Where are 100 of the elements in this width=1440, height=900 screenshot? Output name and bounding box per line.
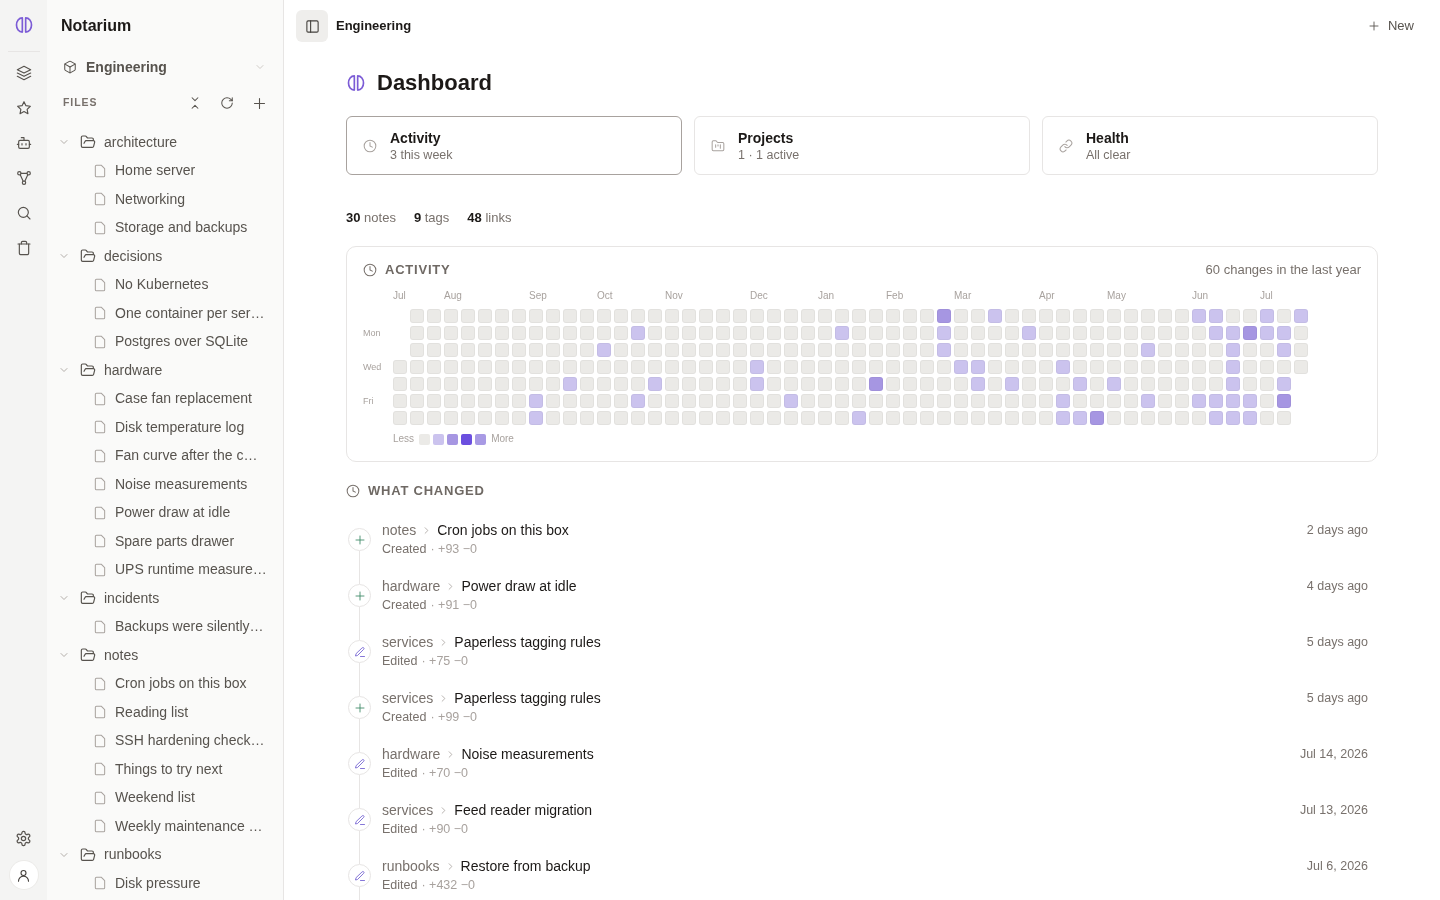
folder-icon — [80, 248, 96, 265]
legend-label: More — [491, 433, 514, 445]
month-label: Apr — [1039, 290, 1055, 302]
change-action: Edited — [382, 652, 418, 670]
summary-card[interactable]: Health All clear — [1042, 116, 1378, 175]
section-title: ACTIVITY — [385, 261, 451, 280]
layers-icon[interactable] — [15, 65, 32, 81]
folder-link[interactable]: runbooks — [382, 855, 440, 877]
folder-icon — [80, 647, 96, 664]
month-label: Mar — [954, 290, 972, 302]
month-label: Nov — [665, 290, 683, 302]
file-item[interactable]: Networking — [47, 185, 283, 214]
plus-icon[interactable] — [252, 95, 267, 111]
user-avatar-icon[interactable] — [9, 861, 38, 889]
weekday-label: Mon — [363, 327, 381, 339]
file-item[interactable]: Power draw at idle — [47, 498, 283, 527]
clock-icon — [363, 263, 377, 277]
file-icon — [93, 505, 107, 520]
summary-card[interactable]: Projects 1 · 1 active — [694, 116, 1030, 175]
workspace-selector[interactable]: Engineering — [55, 53, 275, 81]
logo-icon[interactable] — [13, 15, 34, 35]
note-link[interactable]: Paperless tagging rules — [454, 631, 601, 653]
card-subtitle: 3 this week — [390, 146, 453, 163]
note-link[interactable]: Paperless tagging rules — [454, 687, 601, 709]
change-diff: · +93 −0 — [430, 540, 478, 558]
folder-link[interactable]: services — [382, 631, 434, 653]
file-icon — [93, 220, 107, 235]
star-icon[interactable] — [15, 100, 32, 116]
cube-icon — [63, 60, 77, 74]
folder-link[interactable]: hardware — [382, 743, 441, 765]
summary-card[interactable]: Activity 3 this week — [346, 116, 682, 175]
new-button[interactable]: New — [1368, 14, 1414, 38]
folder-item[interactable]: incidents — [47, 584, 283, 613]
file-item[interactable]: Fan curve after the c… — [47, 441, 283, 470]
card-title: Health — [1086, 128, 1130, 147]
file-item[interactable]: UPS runtime measure… — [47, 555, 283, 584]
folder-icon — [80, 590, 96, 607]
graph-icon[interactable] — [15, 170, 32, 186]
file-item[interactable]: Things to try next — [47, 755, 283, 784]
section-label: FILES — [63, 95, 98, 111]
file-item[interactable]: Home server — [47, 156, 283, 185]
file-item[interactable]: Storage and backups — [47, 213, 283, 242]
legend-label: Less — [393, 433, 415, 445]
change-action: Created — [382, 540, 427, 558]
folder-link[interactable]: hardware — [382, 575, 441, 597]
file-item[interactable]: Backups were silently… — [47, 612, 283, 641]
file-item[interactable]: No Kubernetes — [47, 270, 283, 299]
file-icon — [93, 334, 107, 349]
app-name: Notarium — [61, 16, 132, 36]
note-link[interactable]: Restore from backup — [460, 855, 591, 877]
folder-link[interactable]: services — [382, 687, 434, 709]
file-item[interactable]: Noise measurements — [47, 470, 283, 499]
file-item[interactable]: Weekend list — [47, 783, 283, 812]
refresh-icon[interactable] — [220, 96, 234, 110]
stat-count: 9 tags — [413, 209, 450, 227]
folder-item[interactable]: runbooks — [47, 840, 283, 869]
page-breadcrumb: Engineering — [336, 17, 412, 36]
month-label: Sep — [529, 290, 547, 302]
file-item[interactable]: Disk temperature log — [47, 413, 283, 442]
clock-icon — [363, 138, 377, 153]
plus-icon — [1368, 20, 1380, 32]
logo-icon — [346, 73, 366, 93]
search-icon[interactable] — [15, 205, 32, 221]
folder-icon — [80, 362, 96, 379]
sidebar-toggle-button[interactable] — [296, 10, 328, 42]
trash-icon[interactable] — [15, 240, 32, 256]
file-item[interactable]: Case fan replacement — [47, 384, 283, 413]
folder-link[interactable]: notes — [382, 519, 417, 541]
folder-icon — [711, 138, 725, 153]
file-item[interactable]: SSH hardening check… — [47, 726, 283, 755]
folder-item[interactable]: architecture — [47, 128, 283, 157]
file-item[interactable]: Postgres over SQLite — [47, 327, 283, 356]
change-time: Jul 13, 2026 — [1299, 801, 1368, 819]
note-link[interactable]: Noise measurements — [461, 743, 594, 765]
note-link[interactable]: Power draw at idle — [461, 575, 577, 597]
folder-item[interactable]: hardware — [47, 356, 283, 385]
change-diff: · +90 −0 — [421, 820, 469, 838]
note-link[interactable]: Cron jobs on this box — [437, 519, 569, 541]
note-link[interactable]: Feed reader migration — [454, 799, 593, 821]
change-action: Created — [382, 596, 427, 614]
file-item[interactable]: Cron jobs on this box — [47, 669, 283, 698]
month-label: Jul — [393, 290, 406, 302]
file-icon — [93, 420, 107, 435]
file-item[interactable]: Disk pressure — [47, 869, 283, 898]
file-icon — [93, 192, 107, 207]
file-item[interactable]: Weekly maintenance … — [47, 812, 283, 841]
folder-item[interactable]: decisions — [47, 242, 283, 271]
folder-item[interactable]: notes — [47, 641, 283, 670]
change-time: Jul 14, 2026 — [1299, 745, 1368, 763]
folder-link[interactable]: services — [382, 799, 434, 821]
settings-icon[interactable] — [15, 830, 32, 847]
file-item[interactable]: Reading list — [47, 698, 283, 727]
file-icon — [93, 391, 107, 406]
robot-icon[interactable] — [15, 135, 32, 151]
month-label: Aug — [444, 290, 462, 302]
file-item[interactable]: Spare parts drawer — [47, 527, 283, 556]
file-item[interactable]: One container per ser… — [47, 299, 283, 328]
folder-icon — [80, 846, 96, 863]
weekday-label: Fri — [363, 395, 374, 407]
change-time: 5 days ago — [1306, 689, 1368, 707]
